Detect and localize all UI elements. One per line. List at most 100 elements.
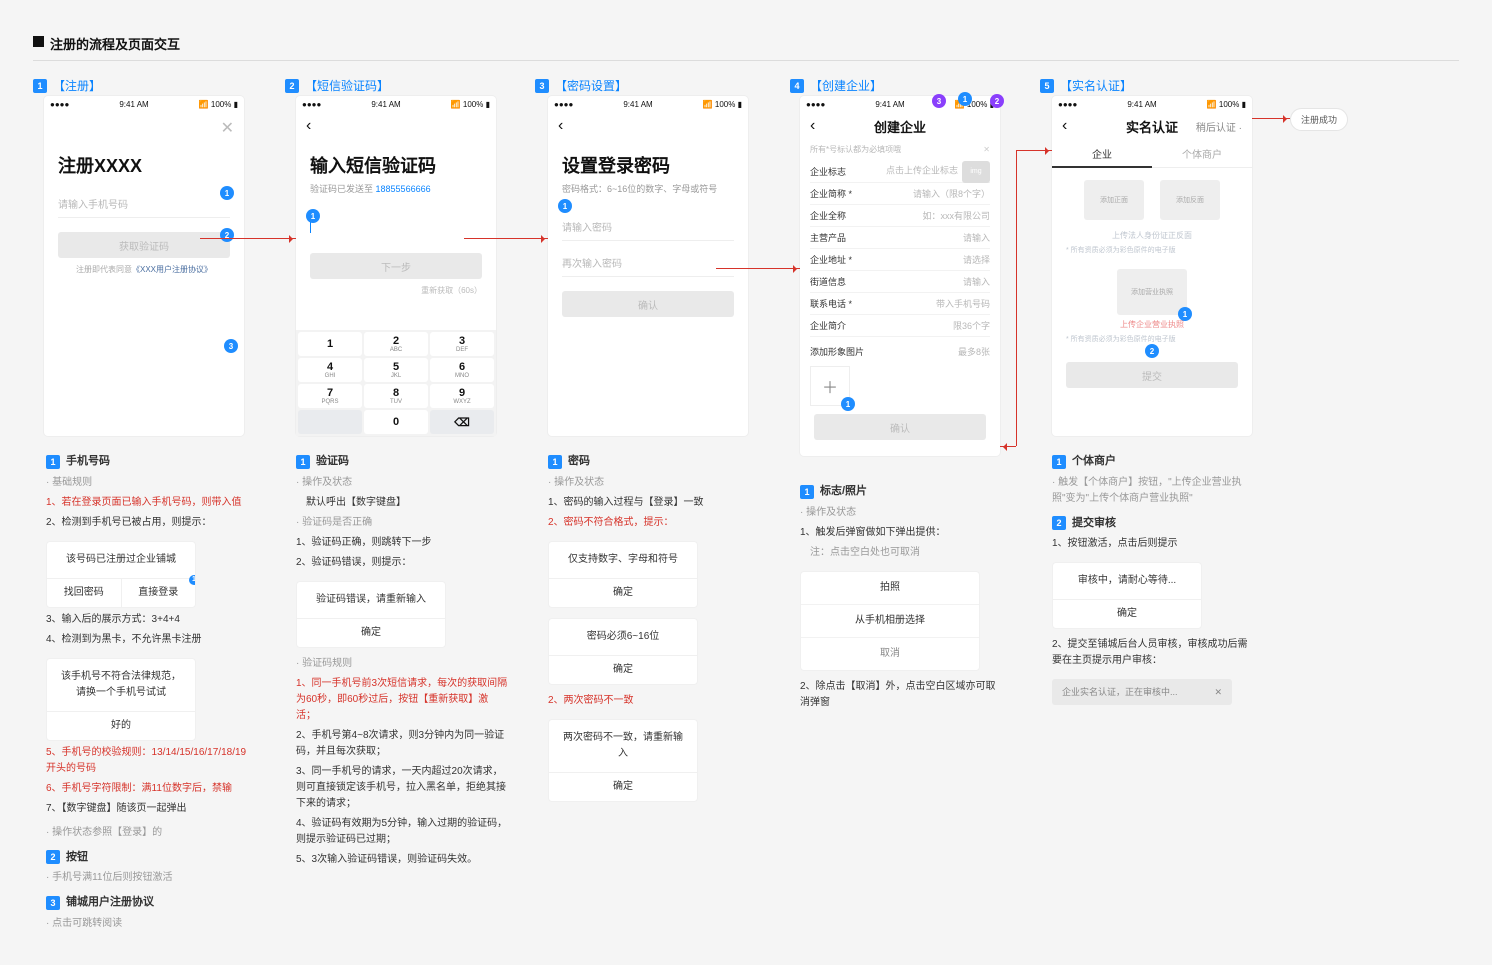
add-image-button[interactable]: ＋1 <box>810 366 850 406</box>
step-5-head: 5【实名认证】 <box>1040 77 1132 94</box>
annot-dot-1: 1 <box>558 199 572 213</box>
tab-company[interactable]: 企业 <box>1052 140 1152 168</box>
confirm-button[interactable]: 确认 <box>814 414 986 440</box>
numeric-keypad[interactable]: 12ABC3DEF 4GHI5JKL6MNO 7PQRS8TUV9WXYZ 0⌫ <box>296 330 496 436</box>
code-input[interactable]: 1 <box>310 213 482 239</box>
auth-tabs[interactable]: 企业 个体商户 <box>1052 140 1252 168</box>
pw-subtitle: 密码格式：6~16位的数字、字母或符号 <box>548 182 748 205</box>
action-sheet: 拍照 从手机相册选择 取消 <box>800 571 980 671</box>
step-4-head: 4【创建企业】 <box>790 77 882 94</box>
title-marker <box>33 36 44 47</box>
status-bar: ●●●●9:41 AM📶 100% ▮ <box>44 96 244 112</box>
close-icon[interactable]: ✕ <box>1214 685 1222 699</box>
screen-title: 设置登录密码 <box>548 140 748 182</box>
annot-dot-2p: 2 <box>990 94 1004 108</box>
annot-dot-3: 3 <box>224 339 238 353</box>
back-icon[interactable]: ‹ <box>558 118 563 134</box>
dlg-ok[interactable]: 确定 <box>297 619 445 647</box>
agreement-text: 注册即代表同意《XXX用户注册协议》 <box>44 264 244 275</box>
dlg-ok[interactable]: 好的 <box>47 712 195 740</box>
dialog-occupied: 该号码已注册过企业铺城 找回密码直接登录1 <box>46 541 196 608</box>
sheet-cancel[interactable]: 取消 <box>801 638 979 670</box>
step-1-head: 1【注册】 <box>33 77 101 94</box>
annot-dot-2: 2 <box>220 228 234 242</box>
dialog-code-wrong: 验证码错误，请重新输入 确定 <box>296 581 446 648</box>
sheet-album[interactable]: 从手机相册选择 <box>801 605 979 638</box>
notes-col-5: 1个体商户 · 触发【个体商户】按钮，"上传企业营业执照"变为"上传个体商户营业… <box>1052 445 1252 705</box>
row-logo[interactable]: 企业标志点击上传企业标志img1 <box>810 161 990 183</box>
phone-sms-code: ●●●●9:41 AM📶 100% ▮ ‹ 输入短信验证码 验证码已发送至 18… <box>296 96 496 436</box>
flow-arrow-4b <box>1000 446 1016 447</box>
pw-input[interactable]: 请输入密码 1 <box>562 213 734 241</box>
annot-dot-1: 1 <box>1178 307 1192 321</box>
logo-thumb: img <box>962 161 990 183</box>
dialog-pw-length: 密码必须6~16位确定 <box>548 618 698 685</box>
required-note: 所有*号标认都为必填项哦✕ <box>800 140 1000 161</box>
row-shortname[interactable]: 企业简称 *请输入（限8个字） <box>810 183 990 205</box>
annot-dot-1: 1 <box>306 209 320 223</box>
dialog-illegal: 该手机号不符合法律规范，请换一个手机号试试 好的 <box>46 658 196 741</box>
license-upload[interactable]: 添加营业执照 <box>1117 269 1187 315</box>
dialog-pw-format: 仅支持数字、字母和符号确定 <box>548 541 698 608</box>
row-phone[interactable]: 联系电话 *带入手机号码3 <box>810 293 990 315</box>
dlg-direct-login[interactable]: 直接登录1 <box>122 579 196 607</box>
close-icon[interactable]: ✕ <box>983 145 990 154</box>
flow-arrow-3 <box>716 268 800 269</box>
flow-arrow-5 <box>1252 118 1290 119</box>
idcard-caption: 上传法人身份证正反面 <box>1052 226 1252 241</box>
dialog-reviewing: 审核中，请耐心等待...确定 <box>1052 562 1202 629</box>
get-code-button[interactable]: 获取验证码 2 <box>58 232 230 258</box>
dialog-pw-mismatch: 两次密码不一致，请重新输入确定 <box>548 719 698 802</box>
close-icon[interactable]: ✕ <box>221 118 234 138</box>
flow-arrow-1 <box>200 238 296 239</box>
step-2-head: 2【短信验证码】 <box>285 77 389 94</box>
dlg-find-pw[interactable]: 找回密码 <box>47 579 121 607</box>
row-images-head: 添加形象图片最多8张 <box>800 337 1000 362</box>
submit-button[interactable]: 提交 2 <box>1066 362 1238 388</box>
screen-title: 注册XXXX <box>44 140 244 182</box>
row-fullname[interactable]: 企业全称如：xxx有限公司 <box>810 205 990 227</box>
pw-confirm-input[interactable]: 再次输入密码 <box>562 249 734 277</box>
step-3-head: 3【密码设置】 <box>535 77 627 94</box>
idcard-back-upload[interactable]: 添加反面 <box>1160 180 1220 220</box>
nav-title: 创建企业 <box>800 117 1000 136</box>
back-icon[interactable]: ‹ <box>306 118 311 134</box>
later-button[interactable]: 稍后认证 · <box>1196 119 1242 134</box>
annot-dot-1b: 1 <box>841 397 855 411</box>
phone-real-name: ●●●●9:41 AM📶 100% ▮ ‹实名认证稍后认证 · 企业 个体商户 … <box>1052 96 1252 436</box>
page-title: 注册的流程及页面交互 <box>50 34 180 53</box>
next-button[interactable]: 下一步 <box>310 253 482 279</box>
notes-col-1: 1手机号码 · 基础规则 1、若在登录页面已输入手机号码，则带入值 2、检测到手… <box>46 445 258 932</box>
phone-create-company: ●●●●9:41 AM📶 100% ▮ ‹创建企业 所有*号标认都为必填项哦✕ … <box>800 96 1000 456</box>
success-pill: 注册成功 <box>1290 108 1348 131</box>
annot-dot-1: 1 <box>958 92 972 106</box>
annot-dot-3p: 3 <box>932 94 946 108</box>
review-toast: 企业实名认证，正在审核中...✕ <box>1052 679 1232 705</box>
notes-col-4: 1标志/照片 · 操作及状态 1、触发后弹窗做如下弹出提供： 注：点击空白处也可… <box>800 475 1000 711</box>
backspace-icon[interactable]: ⌫ <box>430 410 494 434</box>
tab-individual[interactable]: 个体商户 <box>1152 140 1252 168</box>
sms-subtitle: 验证码已发送至 18855566666 <box>296 182 496 205</box>
phone-input[interactable]: 请输入手机号码 1 <box>58 190 230 218</box>
flow-arrow-4 <box>1016 150 1052 151</box>
must-note-1: * 所有资质必须为彩色原件的电子版 <box>1052 241 1252 259</box>
row-intro[interactable]: 企业简介限36个字 <box>810 315 990 337</box>
flow-vline-4 <box>1016 150 1017 446</box>
screen-title: 输入短信验证码 <box>296 140 496 182</box>
notes-col-3: 1密码 · 操作及状态 1、密码的输入过程与【登录】一致 2、密码不符合格式，提… <box>548 445 748 802</box>
row-street[interactable]: 街道信息请输入 <box>810 271 990 293</box>
divider <box>33 60 1459 61</box>
license-caption: 上传企业营业执照 <box>1052 315 1252 330</box>
sheet-camera[interactable]: 拍照 <box>801 572 979 605</box>
resend-text: 重新获取（60s） <box>296 279 496 296</box>
phone-set-password: ●●●●9:41 AM📶 100% ▮ ‹ 设置登录密码 密码格式：6~16位的… <box>548 96 748 436</box>
row-address[interactable]: 企业地址 *请选择2 <box>810 249 990 271</box>
confirm-button[interactable]: 确认 <box>562 291 734 317</box>
idcard-front-upload[interactable]: 添加正面 <box>1084 180 1144 220</box>
notes-col-2: 1验证码 · 操作及状态 默认呼出【数字键盘】 · 验证码是否正确 1、验证码正… <box>296 445 508 868</box>
phone-register: ●●●●9:41 AM📶 100% ▮ ✕ 注册XXXX 请输入手机号码 1 获… <box>44 96 244 436</box>
flow-arrow-2 <box>464 238 548 239</box>
agreement-link[interactable]: 《XXX用户注册协议》 <box>132 265 212 274</box>
annot-dot-2: 2 <box>1145 344 1159 358</box>
row-product[interactable]: 主营产品请输入 <box>810 227 990 249</box>
